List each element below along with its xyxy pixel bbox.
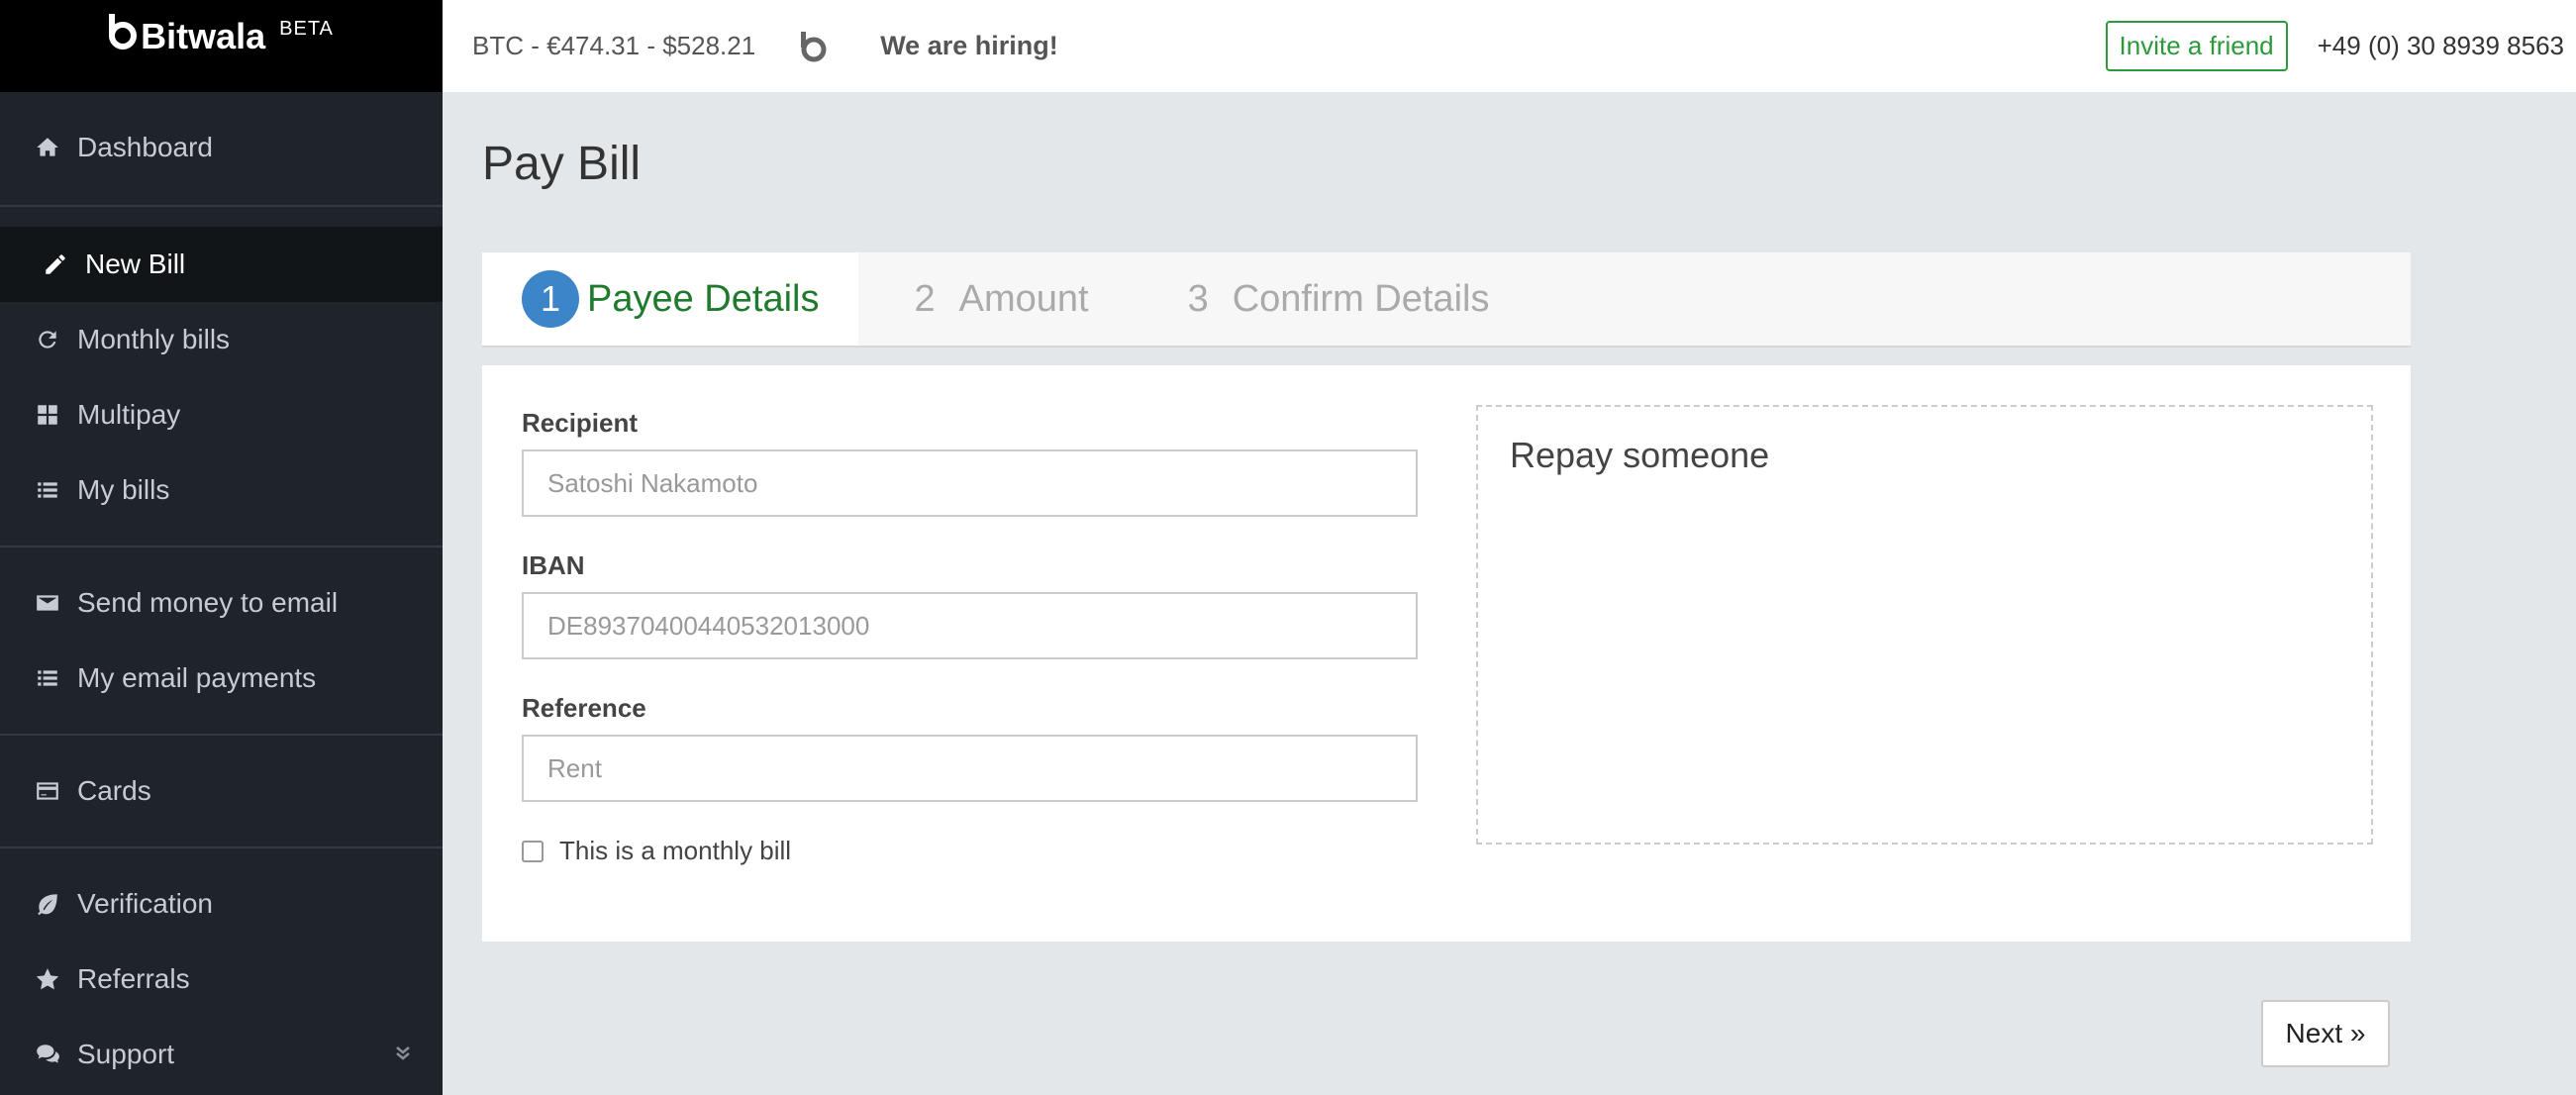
sidebar-item-label: New Bill (85, 249, 186, 279)
page-title: Pay Bill (482, 138, 642, 190)
nav-group-cards: Cards (0, 736, 443, 848)
step-number: 3 (1187, 277, 1209, 320)
phone-number: +49 (0) 30 8939 8563 (2317, 31, 2564, 60)
reference-input[interactable]: Rent (522, 735, 1418, 802)
nav-group-email: Send money to email My email payments (0, 548, 443, 736)
sidebar-item-dashboard[interactable]: Dashboard (0, 110, 443, 185)
refresh-icon (34, 326, 61, 353)
nav-group-dashboard: Dashboard (0, 92, 443, 207)
sidebar-item-label: Send money to email (77, 587, 339, 618)
nav-group-account: Verification Referrals Support (0, 848, 443, 1092)
sidebar-item-label: Verification (77, 888, 213, 919)
next-button[interactable]: Next » (2261, 1000, 2390, 1067)
step-number: 1 (522, 270, 579, 328)
recipient-label: Recipient (522, 408, 639, 438)
bitwala-logo-icon (109, 13, 138, 50)
iban-label: IBAN (522, 550, 585, 580)
step-confirm-details[interactable]: 3 Confirm Details (1188, 252, 1490, 346)
sidebar-item-referrals[interactable]: Referrals (0, 942, 443, 1017)
sidebar-item-label: Referrals (77, 963, 190, 994)
invite-friend-button[interactable]: Invite a friend (2105, 21, 2288, 71)
iban-input[interactable]: DE89370400440532013000 (522, 592, 1418, 659)
leaf-icon (34, 890, 61, 918)
sidebar-item-label: Multipay (77, 399, 181, 430)
step-payee-details[interactable]: 1 Payee Details (482, 252, 859, 346)
sidebar-item-label: My email payments (77, 662, 317, 693)
grid-icon (34, 401, 61, 429)
btc-price-ticker: BTC - €474.31 - $528.21 (472, 31, 756, 60)
repay-someone-box[interactable]: Repay someone (1476, 405, 2373, 845)
sidebar-item-label: Dashboard (77, 132, 213, 162)
star-icon (34, 965, 61, 993)
brand-name: Bitwala (141, 15, 266, 56)
logo-bar: Bitwala BETA (0, 0, 443, 92)
bitwala-b-icon[interactable] (795, 29, 831, 64)
sidebar-item-multipay[interactable]: Multipay (0, 377, 443, 452)
sidebar-item-label: My bills (77, 474, 170, 505)
recipient-input[interactable]: Satoshi Nakamoto (522, 449, 1418, 517)
hiring-link[interactable]: We are hiring! (880, 31, 1058, 61)
sidebar: Bitwala BETA Dashboard New Bill Monthly … (0, 0, 443, 1095)
pencil-icon (42, 250, 69, 278)
monthly-bill-label: This is a monthly bill (559, 836, 792, 865)
list-icon (34, 664, 61, 692)
list-icon (34, 476, 61, 504)
step-label: Payee Details (587, 277, 820, 320)
home-icon (34, 134, 61, 161)
beta-badge: BETA (279, 17, 334, 40)
repay-someone-title: Repay someone (1510, 435, 1770, 475)
sidebar-item-new-bill[interactable]: New Bill (0, 227, 443, 302)
chevron-double-down-icon[interactable] (393, 1039, 413, 1070)
nav-group-bills: New Bill Monthly bills Multipay My bills (0, 207, 443, 548)
sidebar-item-my-email-payments[interactable]: My email payments (0, 641, 443, 716)
bitwala-logo[interactable]: Bitwala BETA (109, 13, 334, 57)
wizard-steps: 1 Payee Details 2 Amount 3 Confirm Detai… (482, 252, 2411, 348)
sidebar-item-verification[interactable]: Verification (0, 866, 443, 942)
reference-label: Reference (522, 693, 646, 723)
sidebar-item-cards[interactable]: Cards (0, 753, 443, 829)
sidebar-item-label: Monthly bills (77, 324, 231, 354)
sidebar-item-support[interactable]: Support (0, 1017, 443, 1092)
monthly-bill-option[interactable]: This is a monthly bill (522, 836, 791, 866)
step-label: Amount (958, 277, 1089, 320)
sidebar-item-my-bills[interactable]: My bills (0, 452, 443, 528)
envelope-icon (34, 589, 61, 617)
sidebar-item-send-money-to-email[interactable]: Send money to email (0, 565, 443, 641)
sidebar-item-label: Cards (77, 775, 151, 806)
chat-icon (34, 1041, 61, 1068)
step-label: Confirm Details (1232, 277, 1490, 320)
monthly-bill-checkbox[interactable] (522, 840, 544, 862)
credit-card-icon (34, 777, 61, 805)
step-amount[interactable]: 2 Amount (914, 252, 1088, 346)
step-number: 2 (914, 277, 936, 320)
sidebar-item-monthly-bills[interactable]: Monthly bills (0, 302, 443, 377)
top-bar: BTC - €474.31 - $528.21 We are hiring! I… (443, 0, 2576, 92)
payee-details-panel: Recipient Satoshi Nakamoto IBAN DE893704… (482, 365, 2411, 942)
sidebar-item-label: Support (77, 1039, 175, 1069)
